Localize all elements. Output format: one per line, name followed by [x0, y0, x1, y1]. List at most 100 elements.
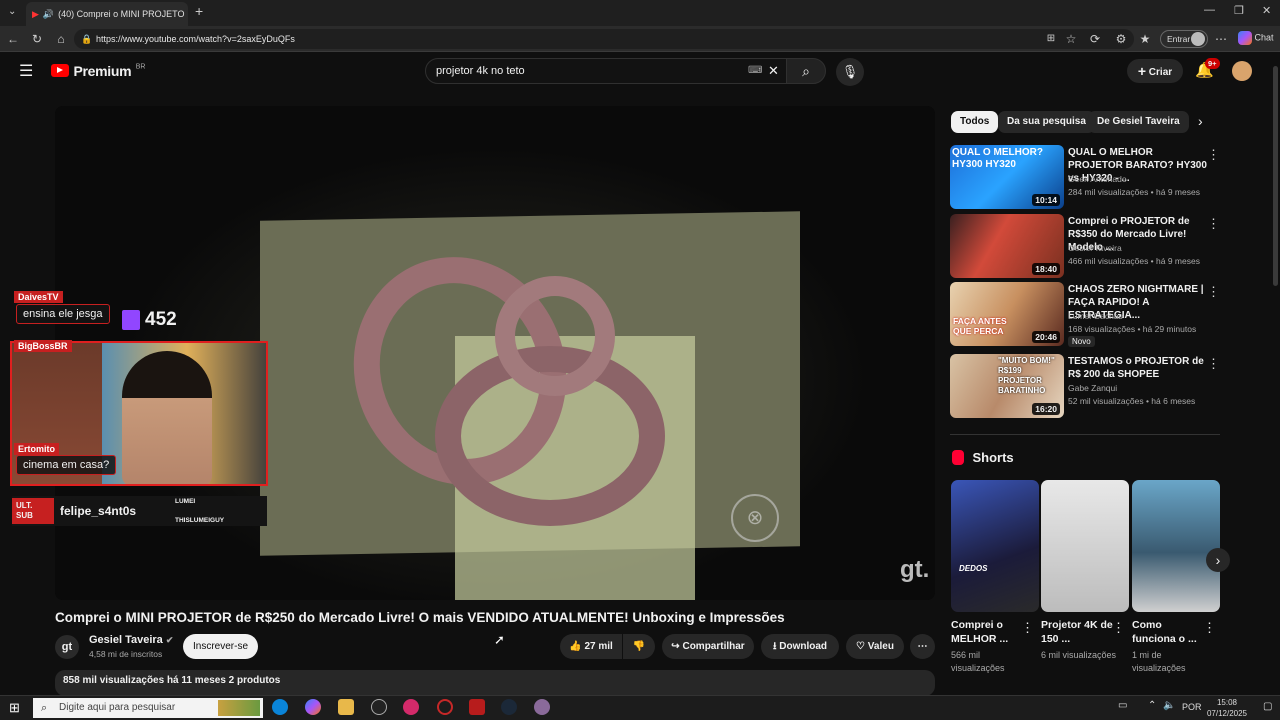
page-scrollbar[interactable] [1273, 66, 1278, 286]
file-explorer-icon[interactable] [338, 699, 354, 715]
logo-region: BR [135, 63, 146, 71]
favorites-icon[interactable]: ★ [1136, 30, 1154, 48]
copilot-taskbar-icon[interactable] [305, 699, 321, 715]
download-icon: ⭳ [772, 641, 777, 652]
create-button[interactable]: + Criar [1127, 59, 1183, 83]
last-sub-label: ULT. SUB [12, 498, 54, 524]
reload-icon[interactable]: ↻ [28, 30, 46, 48]
recommendation-thumbnail: "MUITO BOM!" R$199 PROJETOR BARATINHO 16… [950, 354, 1064, 418]
extensions-icon[interactable]: ⟳ [1086, 30, 1104, 48]
clock[interactable]: 15:08 07/12/2025 [1205, 697, 1249, 719]
url-field[interactable]: 🔒 https://www.youtube.com/watch?v=2saxEy… [74, 29, 1134, 49]
like-count: 27 mil [584, 641, 613, 652]
more-vertical-icon[interactable]: ⋮ [1207, 216, 1220, 232]
youtube-favicon-icon: ▶ [32, 8, 39, 19]
recommendation-item[interactable]: FAÇA ANTES QUE PERCA 20:46 CHAOS ZERO NI… [950, 282, 1220, 347]
channel-avatar[interactable]: gt [55, 635, 79, 659]
more-vertical-icon[interactable]: ⋮ [1021, 620, 1034, 636]
short-title[interactable]: Comprei o MELHOR ... [951, 618, 1027, 646]
voice-search-button[interactable]: 🎙 [836, 58, 864, 86]
thumbnail-text: FAÇA ANTES QUE PERCA [953, 316, 1007, 336]
keyboard-icon[interactable]: ⌨ [748, 59, 762, 83]
tab-list-icon[interactable]: ⌄ [8, 6, 16, 17]
channel-name-link[interactable]: Gesiel Taveira ✔ [89, 634, 173, 646]
short-thumbnail[interactable] [1132, 480, 1220, 612]
windows-start-icon[interactable]: ⊞ [9, 700, 20, 716]
more-menu-icon[interactable]: ⋯ [1212, 30, 1230, 48]
game-app-icon[interactable] [469, 699, 485, 715]
language-indicator[interactable]: POR [1182, 702, 1202, 712]
notifications-button[interactable]: 🔔 9+ [1195, 58, 1220, 79]
media-player-icon[interactable] [403, 699, 419, 715]
app-icon[interactable] [534, 699, 550, 715]
short-thumbnail[interactable]: DEDOS [951, 480, 1039, 612]
tools-icon[interactable]: ⚙ [1112, 30, 1130, 48]
back-icon[interactable]: ← [4, 30, 22, 48]
mouse-cursor-icon: ➚ [494, 632, 505, 647]
shorts-next-button[interactable]: › [1206, 548, 1230, 572]
recommendation-item[interactable]: 18:40 Comprei o PROJETOR de R$350 do Mer… [950, 214, 1220, 278]
share-button[interactable]: ↪ Compartilhar [662, 634, 754, 659]
chevron-up-icon[interactable]: ⌃ [1148, 700, 1156, 711]
download-button[interactable]: ⭳ Download [761, 634, 839, 659]
opera-icon[interactable] [437, 699, 453, 715]
like-button[interactable]: 👍 27 mil [560, 634, 622, 659]
obs-icon[interactable] [371, 699, 387, 715]
logo-text: Premium [73, 62, 132, 79]
speaker-icon[interactable]: 🔊 [43, 9, 54, 20]
search-input[interactable]: projetor 4k no teto ⌨ ✕ [425, 58, 787, 84]
chip-from-channel[interactable]: De Gesiel Taveira [1088, 111, 1189, 133]
video-title: Comprei o MINI PROJETOR de R$250 do Merc… [55, 610, 785, 625]
more-vertical-icon[interactable]: ⋮ [1207, 147, 1220, 163]
steam-icon[interactable] [501, 699, 517, 715]
search-button[interactable]: ⌕ [786, 58, 826, 84]
share-label: Compartilhar [682, 641, 745, 652]
dislike-button[interactable]: 👎 [623, 634, 655, 659]
close-window-icon[interactable]: ✕ [1262, 4, 1271, 17]
subscribe-button[interactable]: Inscrever-se [183, 634, 258, 659]
chat-message: cinema em casa? [16, 455, 117, 475]
maximize-icon[interactable]: ❐ [1234, 4, 1244, 17]
chip-all[interactable]: Todos [951, 111, 999, 133]
short-title[interactable]: Como funciona o ... [1132, 618, 1208, 646]
plus-icon: + [1137, 63, 1147, 79]
notification-center-icon[interactable]: ▢ [1263, 701, 1272, 712]
more-vertical-icon[interactable]: ⋮ [1207, 356, 1220, 372]
apps-icon[interactable]: ⊞ [1042, 30, 1060, 48]
clear-search-icon[interactable]: ✕ [768, 59, 779, 83]
youtube-logo[interactable]: Premium BR [51, 62, 145, 80]
recommendation-item[interactable]: QUAL O MELHOR? HY300 HY320 10:14 QUAL O … [950, 145, 1220, 209]
profile-button[interactable]: Entrar [1160, 30, 1208, 48]
more-vertical-icon[interactable]: ⋮ [1207, 284, 1220, 300]
favorite-star-icon[interactable]: ☆ [1062, 30, 1080, 48]
recommendation-item[interactable]: "MUITO BOM!" R$199 PROJETOR BARATINHO 16… [950, 354, 1220, 418]
edge-icon[interactable] [272, 699, 288, 715]
minimize-icon[interactable]: — [1204, 4, 1215, 16]
more-vertical-icon[interactable]: ⋮ [1203, 620, 1216, 636]
short-thumbnail[interactable] [1041, 480, 1129, 612]
new-tab-icon[interactable]: + [195, 3, 203, 19]
copilot-button[interactable]: Chat [1238, 31, 1274, 45]
volume-icon[interactable]: 🔈 [1163, 700, 1175, 711]
video-duration: 18:40 [1032, 263, 1060, 275]
account-avatar[interactable] [1232, 61, 1252, 81]
hamburger-menu-icon[interactable]: ☰ [19, 61, 33, 81]
keyboard-tray-icon[interactable]: ▭ [1118, 700, 1127, 711]
taskbar-search[interactable]: ⌕ Digite aqui para pesquisar [33, 698, 263, 718]
recommendation-channel: Gesiel Taveira [1068, 243, 1122, 253]
more-vertical-icon[interactable]: ⋮ [1112, 620, 1125, 636]
browser-tab[interactable]: ▶ 🔊 (40) Comprei o MINI PROJETO ✕ [26, 2, 188, 26]
twitch-icon [122, 310, 140, 330]
short-title[interactable]: Projetor 4K de 150 ... [1041, 618, 1117, 646]
overlay-tag: THISLUMEIGUY [175, 517, 225, 524]
divider [950, 434, 1220, 435]
chevron-right-icon[interactable]: › [1198, 113, 1203, 129]
home-icon[interactable]: ⌂ [52, 30, 70, 48]
more-actions-button[interactable]: ⋯ [910, 634, 935, 659]
description-box[interactable]: 858 mil visualizações há 11 meses 2 prod… [55, 670, 935, 696]
snake-coil [495, 276, 615, 396]
recommendation-channel: Gabe Zanqui [1068, 383, 1118, 393]
thanks-button[interactable]: ♡ Valeu [846, 634, 904, 659]
thumbnail-text: QUAL O MELHOR? HY300 HY320 [952, 147, 1043, 170]
chip-from-search[interactable]: Da sua pesquisa [998, 111, 1095, 133]
